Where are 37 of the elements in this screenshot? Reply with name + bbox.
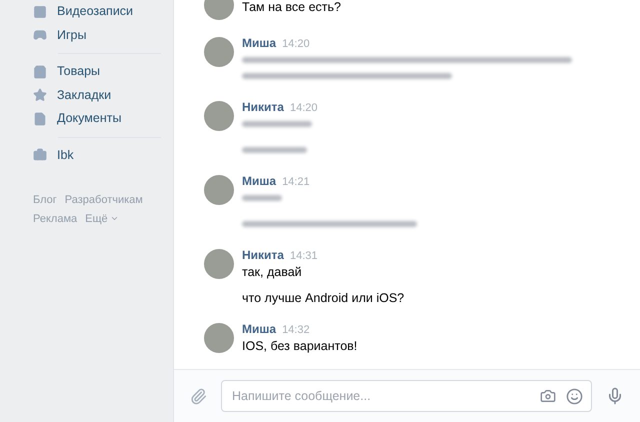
message-text: Там на все есть? bbox=[242, 0, 341, 16]
sidebar-item[interactable]: Товары bbox=[33, 60, 161, 84]
author-name[interactable]: Никита bbox=[242, 100, 284, 115]
attach-icon[interactable] bbox=[190, 388, 207, 404]
smiley-icon[interactable] bbox=[566, 388, 583, 404]
message-time: 14:20 bbox=[282, 37, 310, 52]
avatar-photo bbox=[204, 323, 234, 353]
message-time: 14:21 bbox=[282, 175, 310, 190]
message-text: IOS, без вариантов! bbox=[242, 338, 358, 354]
avatar-photo bbox=[204, 175, 234, 205]
message-time: 14:20 bbox=[290, 101, 318, 116]
camera-icon[interactable] bbox=[540, 388, 556, 404]
avatar-photo bbox=[204, 249, 234, 279]
sidebar-item[interactable]: Игры bbox=[33, 24, 161, 47]
blurred-text bbox=[242, 121, 312, 127]
author-name[interactable]: Никита bbox=[242, 248, 284, 263]
gamepad-icon bbox=[33, 28, 47, 42]
avatar-photo bbox=[204, 37, 234, 67]
message-field[interactable]: Напишите сообщение... bbox=[221, 380, 592, 412]
sidebar-item[interactable]: Закладки bbox=[33, 84, 161, 107]
microphone-icon[interactable] bbox=[606, 387, 624, 405]
sidebar-item[interactable]: Видеозаписи bbox=[33, 0, 161, 24]
star-icon bbox=[33, 88, 47, 102]
author-name[interactable]: Миша bbox=[242, 36, 276, 51]
message-time: 14:31 bbox=[290, 249, 318, 264]
author-name[interactable]: Миша bbox=[242, 322, 276, 337]
sidebar-item[interactable]: Документы bbox=[33, 107, 161, 130]
blurred-text bbox=[242, 195, 282, 201]
sidebar-item[interactable]: Ibk bbox=[33, 144, 161, 167]
author-name[interactable]: Миша bbox=[242, 174, 276, 189]
avatar-photo bbox=[204, 101, 234, 131]
message-time: 14:32 bbox=[282, 323, 310, 338]
blurred-text bbox=[242, 147, 307, 153]
message-text: что лучше Android или iOS? bbox=[242, 290, 404, 306]
briefcase-icon bbox=[33, 148, 47, 162]
document-icon bbox=[33, 112, 47, 126]
message-text: так, давай bbox=[242, 264, 303, 280]
